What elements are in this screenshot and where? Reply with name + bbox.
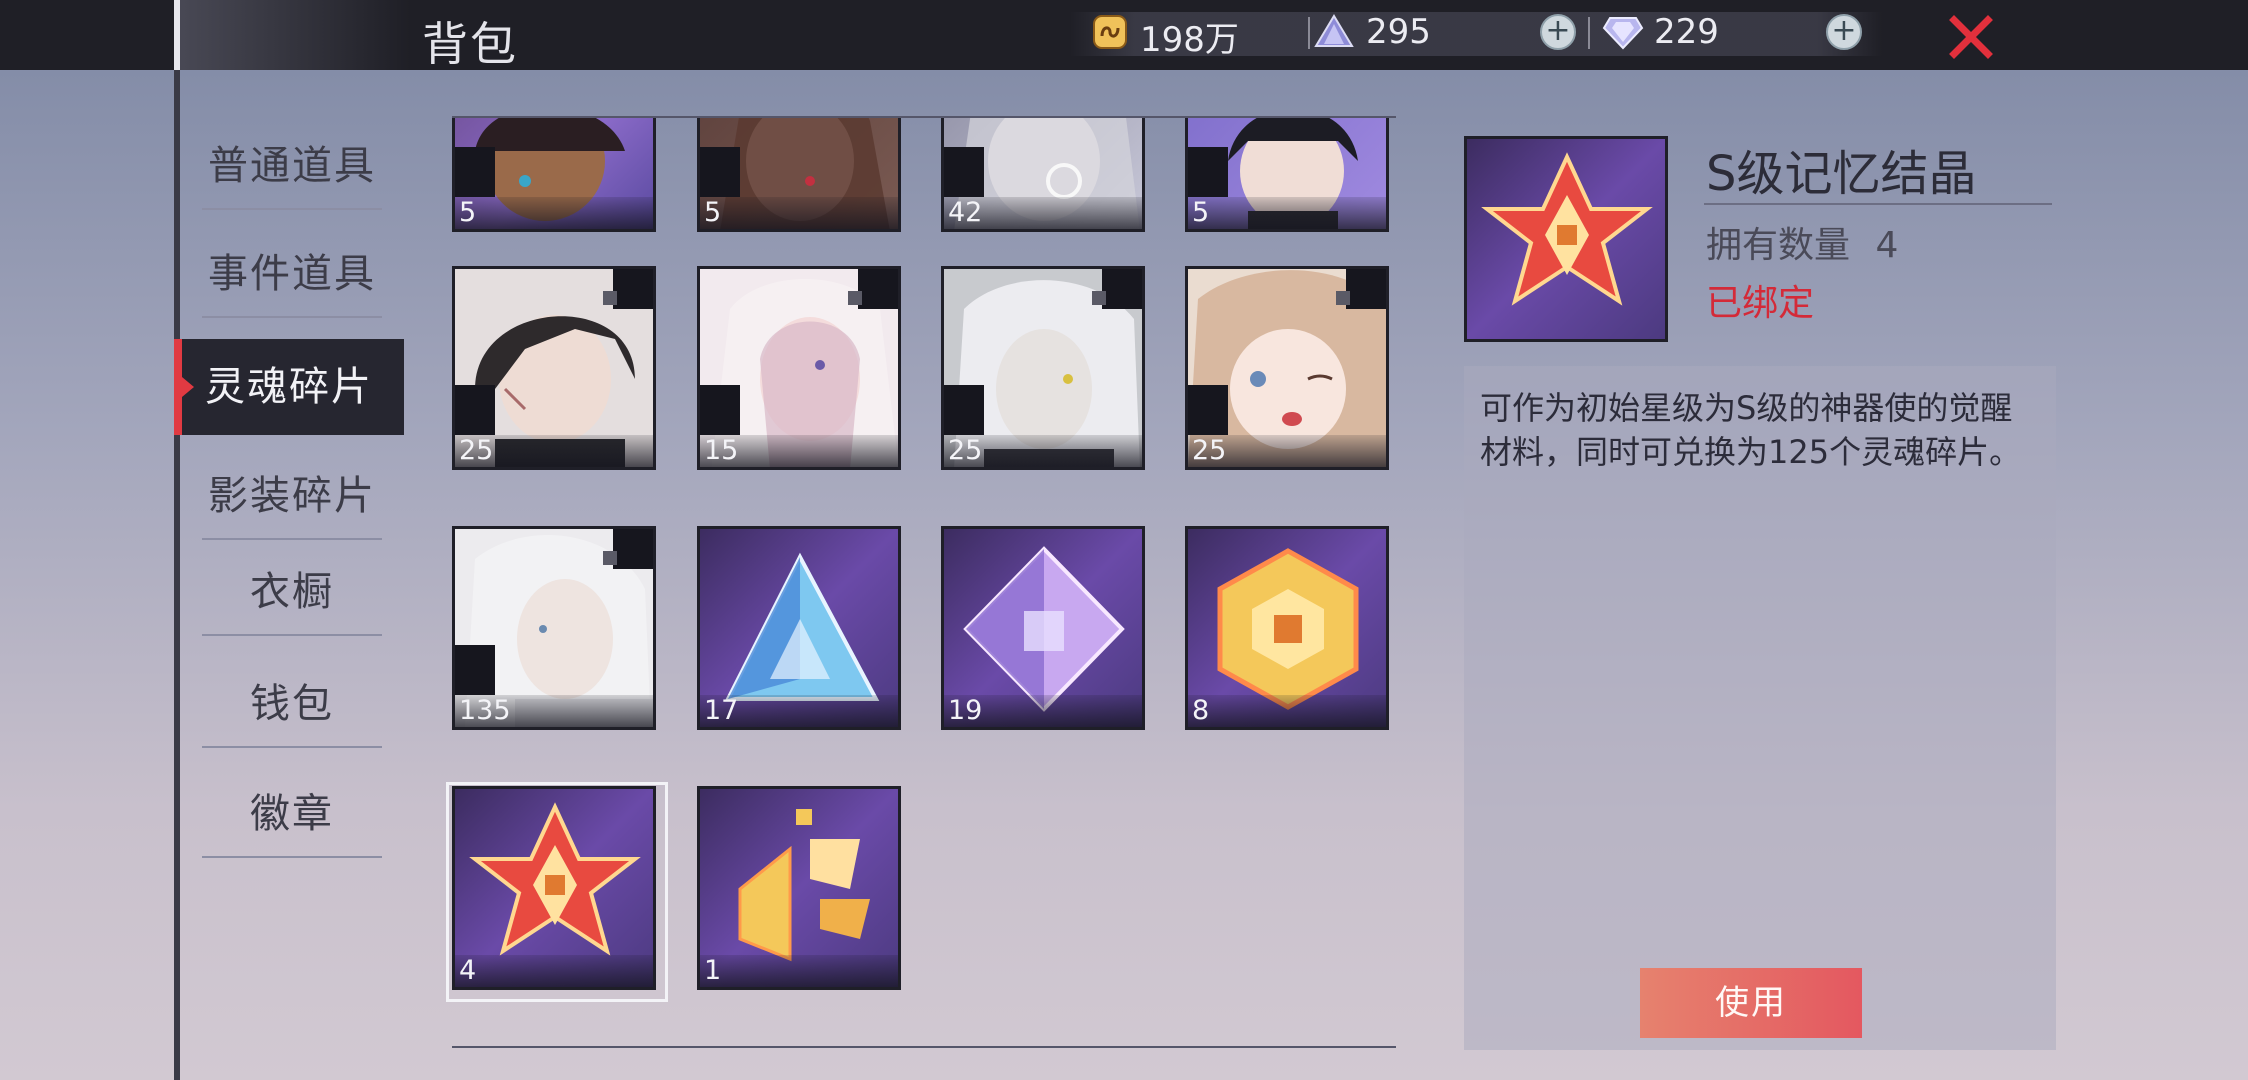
sidebar-item-wardrobe[interactable]: 衣橱 [200, 548, 384, 636]
count-footer [1188, 695, 1386, 727]
corner-notch [455, 385, 495, 435]
sidebar-item-label: 影装碎片 [208, 473, 376, 519]
item-count: 5 [459, 197, 477, 228]
item-count: 1 [704, 955, 722, 986]
pyramid-crystal-amount: 295 [1366, 12, 1431, 52]
count-footer [1188, 197, 1386, 229]
corner-notch [944, 385, 984, 435]
sidebar-item-label: 普通道具 [208, 143, 376, 189]
corner-square [603, 551, 617, 565]
add-pyramid-crystal-button[interactable]: + [1540, 14, 1576, 50]
sidebar-item-normal-items[interactable]: 普通道具 [200, 122, 384, 210]
item-count: 135 [459, 695, 511, 726]
owned-count: 4 [1875, 225, 1899, 266]
red-star-crystal-icon [1481, 152, 1653, 306]
item-count: 25 [459, 435, 494, 466]
sidebar-item-label: 衣橱 [250, 569, 334, 615]
corner-notch [1102, 269, 1142, 309]
sidebar-item-badges[interactable]: 徽章 [200, 770, 384, 858]
item-count: 5 [1192, 197, 1210, 228]
corner-square [848, 291, 862, 305]
corner-notch [1346, 269, 1386, 309]
item-count: 19 [948, 695, 983, 726]
inventory-item[interactable]: 15 [697, 266, 901, 470]
item-count: 8 [1192, 695, 1210, 726]
inventory-item[interactable]: 17 [697, 526, 901, 730]
inventory-item[interactable]: 8 [1185, 526, 1389, 730]
left-column-rule [174, 70, 180, 1080]
use-button[interactable]: 使用 [1640, 968, 1862, 1038]
sidebar-item-label: 徽章 [250, 791, 334, 837]
inventory-item[interactable]: 5 [697, 118, 901, 232]
corner-notch [858, 269, 898, 309]
sidebar-item-label: 事件道具 [208, 251, 376, 297]
diamond-icon [1602, 17, 1644, 50]
count-footer [700, 955, 898, 987]
page-title: 背包 [422, 17, 518, 71]
corner-notch [613, 529, 653, 569]
description-panel: 可作为初始星级为S级的神器使的觉醒材料，同时可兑换为125个灵魂碎片。 [1464, 366, 2056, 1050]
inventory-item[interactable]: 25 [941, 266, 1145, 470]
divider [202, 208, 382, 210]
selected-item-frame [446, 782, 668, 1002]
count-footer [455, 197, 653, 229]
corner-notch [1188, 385, 1228, 435]
item-count: 15 [704, 435, 739, 466]
inventory-item[interactable]: 25 [1185, 266, 1389, 470]
divider [202, 634, 382, 636]
close-icon[interactable] [1948, 14, 1994, 60]
item-count: 25 [948, 435, 983, 466]
corner-square [603, 291, 617, 305]
divider [202, 856, 382, 858]
item-count: 17 [704, 695, 739, 726]
diamond-amount: 229 [1654, 12, 1719, 52]
corner-square [1336, 291, 1350, 305]
sidebar-item-costume-fragments[interactable]: 影装碎片 [200, 452, 384, 540]
divider [202, 746, 382, 748]
sidebar-item-label: 灵魂碎片 [205, 364, 373, 410]
item-name-divider [1704, 203, 2052, 205]
divider [202, 538, 382, 540]
inventory-item[interactable]: 135 [452, 526, 656, 730]
top-bar-decoration [180, 0, 410, 70]
gold-amount: 198万 [1140, 20, 1239, 60]
detail-item-icon [1464, 136, 1668, 342]
inventory-item[interactable]: 5 [1185, 118, 1389, 232]
bound-status: 已绑定 [1706, 283, 1815, 324]
divider [202, 316, 382, 318]
corner-notch [455, 147, 495, 197]
count-footer [700, 197, 898, 229]
inventory-item[interactable]: 19 [941, 526, 1145, 730]
corner-notch [700, 147, 740, 197]
owned-label: 拥有数量 [1706, 225, 1851, 266]
crystal-pyramid-icon [1314, 14, 1354, 47]
owned-quantity: 拥有数量 4 [1706, 216, 1898, 268]
item-count: 25 [1192, 435, 1227, 466]
corner-notch [455, 645, 495, 695]
corner-notch [944, 147, 984, 197]
item-name: S级记忆结晶 [1706, 146, 1977, 202]
sidebar-item-label: 钱包 [250, 681, 334, 727]
corner-notch [1188, 147, 1228, 197]
sidebar-item-wallet[interactable]: 钱包 [200, 660, 384, 748]
gold-coin-icon [1093, 15, 1127, 49]
inventory-item[interactable]: 5 [452, 118, 656, 232]
inventory-item[interactable]: 42 [941, 118, 1145, 232]
inventory-item[interactable]: 1 [697, 786, 901, 990]
currency-separator [1588, 17, 1590, 49]
item-count: 42 [948, 197, 983, 228]
item-description: 可作为初始星级为S级的神器使的觉醒材料，同时可兑换为125个灵魂碎片。 [1480, 389, 2022, 471]
top-bar: 背包 198万 295 + 229 + [0, 0, 2248, 71]
item-count: 5 [704, 197, 722, 228]
currency-separator [1308, 17, 1310, 49]
corner-notch [700, 385, 740, 435]
corner-notch [613, 269, 653, 309]
sidebar-item-event-items[interactable]: 事件道具 [200, 230, 384, 318]
inventory-item[interactable]: 25 [452, 266, 656, 470]
sidebar-item-soul-fragments[interactable]: 灵魂碎片 [174, 339, 404, 435]
corner-square [1092, 291, 1106, 305]
add-diamond-button[interactable]: + [1826, 14, 1862, 50]
